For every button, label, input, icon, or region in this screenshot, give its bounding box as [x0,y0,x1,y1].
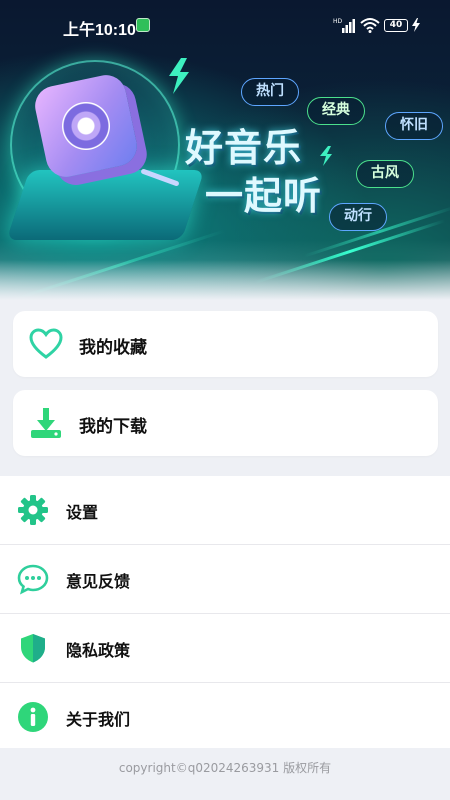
menu-item-label: 关于我们 [66,710,131,729]
banner-slogan: 好音乐 一起听 [185,124,322,220]
speaker-illustration [31,71,141,181]
battery-indicator: 40 [384,19,408,32]
tag-classic[interactable]: 经典 [307,97,365,125]
chat-bubble-icon [17,564,49,595]
gear-icon [18,495,48,525]
network-label: HD [333,18,343,25]
signal-icon: HD [333,18,355,33]
slogan-line-2: 一起听 [205,174,323,218]
tag-anime[interactable]: 动行 [329,203,387,231]
download-icon [31,408,61,438]
notification-icon [136,18,150,32]
slogan-line-1: 好音乐 [185,126,303,170]
tag-nostalgic[interactable]: 怀旧 [385,112,443,140]
charging-icon [412,18,420,32]
info-icon [18,702,48,732]
menu-item-label: 意见反馈 [66,572,131,591]
status-time: 上午10:10 [63,22,136,39]
settings-menu: 设置 意见反馈 隐私政策 关于我们 [0,476,450,748]
shield-icon [21,634,45,663]
downloads-card[interactable]: 我的下载 [13,390,438,456]
favorites-card[interactable]: 我的收藏 [13,311,438,377]
lightning-icon [169,58,189,94]
copyright-text: copyright©q02024263931 版权所有 [118,761,332,775]
menu-item-about[interactable]: 关于我们 [0,683,450,751]
menu-item-label: 设置 [66,503,99,522]
status-bar: 上午10:10 HD 40 [0,0,450,50]
heart-icon [29,328,63,359]
menu-item-privacy[interactable]: 隐私政策 [0,614,450,682]
menu-item-feedback[interactable]: 意见反馈 [0,545,450,613]
menu-item-settings[interactable]: 设置 [0,476,450,544]
tag-ancient-style[interactable]: 古风 [356,160,414,188]
menu-item-label: 隐私政策 [66,641,131,660]
favorites-label: 我的收藏 [79,338,147,358]
downloads-label: 我的下载 [79,417,147,437]
wifi-icon [360,18,380,33]
tag-hot[interactable]: 热门 [241,78,299,106]
